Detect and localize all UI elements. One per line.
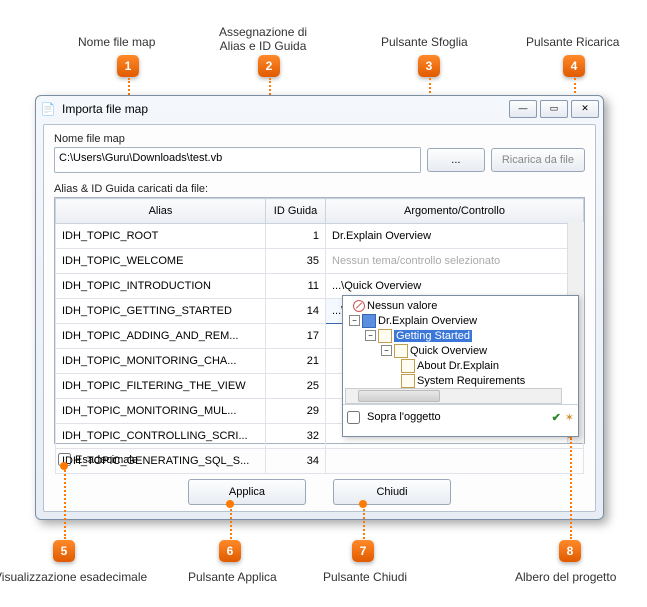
table-row[interactable]: IDH_TOPIC_ROOT1Dr.Explain Overview	[56, 224, 584, 249]
cell-topic[interactable]	[326, 449, 584, 474]
tree-quick-overview[interactable]: Quick Overview	[410, 345, 487, 357]
filemap-label: Nome file map	[54, 133, 585, 145]
dialog-window: 📄 Importa file map — ▭ ✕ Nome file map C…	[35, 95, 604, 520]
cell-id[interactable]: 14	[266, 299, 326, 324]
callout-label-3: Pulsante Sfoglia	[381, 35, 468, 49]
tree-body[interactable]: Nessun valore − Dr.Explain Overview − Ge…	[343, 296, 578, 404]
tree-scrollbar-horizontal[interactable]	[345, 388, 562, 404]
cell-topic[interactable]: Nessun tema/controllo selezionato	[326, 249, 584, 274]
tree-sysreq[interactable]: System Requirements	[417, 375, 525, 387]
callout-line	[64, 467, 66, 539]
tree-footer: Sopra l'oggetto ✔ ✶	[343, 404, 578, 429]
callout-line	[570, 435, 572, 539]
book-icon	[362, 314, 376, 328]
cancel-icon[interactable]: ✶	[565, 411, 574, 424]
cell-alias[interactable]: IDH_TOPIC_GETTING_STARTED	[56, 299, 266, 324]
cell-alias[interactable]: IDH_TOPIC_GENERATING_SQL_S...	[56, 449, 266, 474]
page-icon	[401, 359, 415, 373]
callout-line	[230, 505, 232, 539]
tree-root[interactable]: Dr.Explain Overview	[378, 315, 477, 327]
titlebar[interactable]: 📄 Importa file map — ▭ ✕	[36, 96, 603, 122]
cell-topic[interactable]: Dr.Explain Overview	[326, 224, 584, 249]
expander-icon[interactable]: −	[349, 315, 360, 326]
callout-badge-1: 1	[117, 55, 139, 77]
col-topic-header[interactable]: Argomento/Controllo	[326, 199, 584, 224]
cell-id[interactable]: 35	[266, 249, 326, 274]
cell-alias[interactable]: IDH_TOPIC_INTRODUCTION	[56, 274, 266, 299]
callout-label-8: Albero del progetto	[515, 570, 616, 584]
page-icon	[378, 329, 392, 343]
callout-dot	[359, 500, 367, 508]
cell-alias[interactable]: IDH_TOPIC_MONITORING_MUL...	[56, 399, 266, 424]
cell-id[interactable]: 11	[266, 274, 326, 299]
callout-label-6: Pulsante Applica	[188, 570, 277, 584]
page-icon	[394, 344, 408, 358]
apply-button[interactable]: Applica	[188, 479, 306, 505]
window-title: Importa file map	[62, 102, 506, 116]
cell-id[interactable]: 17	[266, 324, 326, 349]
callout-label-1: Nome file map	[78, 35, 155, 49]
none-icon	[353, 300, 365, 312]
cell-alias[interactable]: IDH_TOPIC_ADDING_AND_REM...	[56, 324, 266, 349]
cell-alias[interactable]: IDH_TOPIC_ROOT	[56, 224, 266, 249]
cell-id[interactable]: 34	[266, 449, 326, 474]
cell-id[interactable]: 25	[266, 374, 326, 399]
col-alias-header[interactable]: Alias	[56, 199, 266, 224]
close-button[interactable]: Chiudi	[333, 479, 451, 505]
tree-getting-started[interactable]: Getting Started	[394, 330, 472, 342]
callout-dot	[226, 500, 234, 508]
callout-badge-8: 8	[559, 540, 581, 562]
cell-id[interactable]: 29	[266, 399, 326, 424]
maximize-button[interactable]: ▭	[540, 100, 568, 118]
callout-label-4: Pulsante Ricarica	[526, 35, 619, 49]
callout-dot	[60, 462, 68, 470]
callout-label-2: Assegnazione di Alias e ID Guida	[219, 25, 307, 53]
callout-label-5: Visualizzazione esadecimale	[0, 570, 147, 584]
filemap-path-input[interactable]: C:\Users\Guru\Downloads\test.vb	[54, 147, 421, 173]
close-window-button[interactable]: ✕	[571, 100, 599, 118]
table-row[interactable]: IDH_TOPIC_GENERATING_SQL_S...34	[56, 449, 584, 474]
loaded-label: Alias & ID Guida caricati da file:	[54, 183, 585, 195]
cell-id[interactable]: 21	[266, 349, 326, 374]
confirm-icon[interactable]: ✔	[552, 411, 561, 424]
above-object-label: Sopra l'oggetto	[367, 411, 441, 423]
callout-badge-3: 3	[418, 55, 440, 77]
callout-badge-2: 2	[258, 55, 280, 77]
page-icon	[401, 374, 415, 388]
cell-alias[interactable]: IDH_TOPIC_FILTERING_THE_VIEW	[56, 374, 266, 399]
reload-button[interactable]: Ricarica da file	[491, 148, 585, 172]
cell-alias[interactable]: IDH_TOPIC_MONITORING_CHA...	[56, 349, 266, 374]
callout-label-7: Pulsante Chiudi	[323, 570, 407, 584]
table-row[interactable]: IDH_TOPIC_WELCOME35Nessun tema/controllo…	[56, 249, 584, 274]
col-id-header[interactable]: ID Guida	[266, 199, 326, 224]
tree-none[interactable]: Nessun valore	[367, 300, 437, 312]
tree-about[interactable]: About Dr.Explain	[417, 360, 499, 372]
cell-alias[interactable]: IDH_TOPIC_WELCOME	[56, 249, 266, 274]
expander-icon[interactable]: −	[365, 330, 376, 341]
cell-alias[interactable]: IDH_TOPIC_CONTROLLING_SCRI...	[56, 424, 266, 449]
minimize-button[interactable]: —	[509, 100, 537, 118]
browse-button[interactable]: ...	[427, 148, 485, 172]
callout-badge-6: 6	[219, 540, 241, 562]
cell-id[interactable]: 1	[266, 224, 326, 249]
callout-badge-5: 5	[53, 540, 75, 562]
app-icon: 📄	[40, 101, 56, 117]
callout-badge-7: 7	[352, 540, 374, 562]
above-object-checkbox[interactable]	[347, 411, 360, 424]
project-tree-popover: Nessun valore − Dr.Explain Overview − Ge…	[342, 295, 579, 437]
alias-table-wrap: Alias ID Guida Argomento/Controllo IDH_T…	[54, 197, 585, 444]
client-area: Nome file map C:\Users\Guru\Downloads\te…	[43, 124, 596, 512]
callout-line	[363, 505, 365, 539]
callout-badge-4: 4	[563, 55, 585, 77]
expander-icon[interactable]: −	[381, 345, 392, 356]
cell-id[interactable]: 32	[266, 424, 326, 449]
